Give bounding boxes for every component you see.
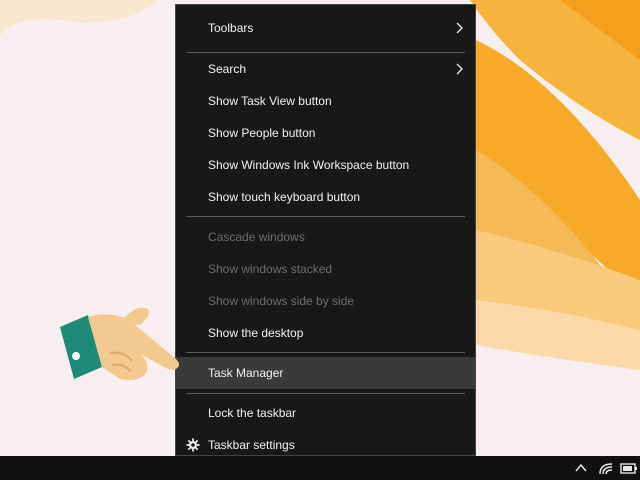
menu-item-show-windows-stacked: Show windows stacked [176, 253, 475, 285]
menu-item-show-touch-keyboard-button[interactable]: Show touch keyboard button [176, 181, 475, 213]
menu-item-show-the-desktop[interactable]: Show the desktop [176, 317, 475, 349]
chevron-right-icon [456, 63, 463, 75]
menu-item-show-windows-side-by-side: Show windows side by side [176, 285, 475, 317]
menu-item-show-people-button[interactable]: Show People button [176, 117, 475, 149]
menu-item-label: Show People button [208, 126, 316, 140]
menu-item-label: Search [208, 62, 247, 76]
menu-item-task-manager[interactable]: Task Manager [176, 357, 475, 389]
taskbar[interactable] [0, 456, 640, 480]
chevron-up-icon[interactable] [574, 460, 588, 476]
menu-item-label: Task Manager [208, 366, 284, 380]
battery-icon[interactable] [620, 460, 638, 476]
menu-item-show-task-view-button[interactable]: Show Task View button [176, 85, 475, 117]
menu-item-label: Show windows stacked [208, 262, 333, 276]
menu-item-show-ink-workspace-button[interactable]: Show Windows Ink Workspace button [176, 149, 475, 181]
menu-separator [186, 393, 465, 394]
menu-item-label: Lock the taskbar [208, 406, 297, 420]
menu-item-label: Show Task View button [208, 94, 332, 108]
menu-item-label: Show the desktop [208, 326, 304, 340]
menu-item-lock-the-taskbar[interactable]: Lock the taskbar [176, 397, 475, 429]
menu-item-label: Show touch keyboard button [208, 190, 361, 204]
menu-separator [186, 216, 465, 217]
menu-item-label: Toolbars [208, 21, 254, 35]
pointing-hand-icon [60, 307, 179, 381]
menu-item-label: Show windows side by side [208, 294, 355, 308]
taskbar-context-menu: Toolbars Search Show Task View button Sh… [175, 4, 476, 456]
menu-item-toolbars[interactable]: Toolbars [176, 12, 475, 44]
gear-icon [186, 438, 200, 452]
chevron-right-icon [456, 22, 463, 34]
menu-separator [186, 352, 465, 353]
menu-item-cascade-windows: Cascade windows [176, 221, 475, 253]
wifi-icon[interactable] [598, 460, 614, 476]
menu-item-label: Show Windows Ink Workspace button [208, 158, 410, 172]
menu-item-label: Cascade windows [208, 230, 305, 244]
menu-item-search[interactable]: Search [176, 53, 475, 85]
